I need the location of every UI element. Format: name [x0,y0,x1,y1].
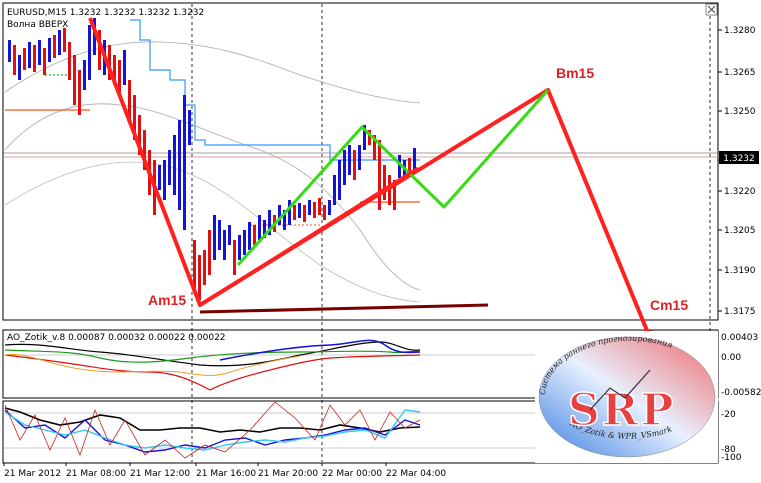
price-bar [248,222,251,250]
wpr-tick-20: -20 [721,410,736,420]
srp-logo: Система раннего прогнозирования AO_Zotik… [535,331,718,463]
price-bar [343,150,346,185]
price-tick-label: 1.3280 [724,26,756,36]
wave-label-cm: Cm15 [650,297,688,313]
price-bar [318,198,321,215]
price-bar [228,225,231,245]
current-price-label: 1.3232 [723,154,755,164]
price-bar [213,215,216,260]
price-bar [218,220,221,250]
price-bar [288,200,291,225]
time-axis: 21 Mar 2012 21 Mar 08:00 21 Mar 12:00 21 Ma… [3,463,446,479]
price-bar [33,45,36,72]
price-bar [313,202,316,218]
time-label: 21 Mar 12:00 [130,469,190,479]
wave-label-am: Am15 [148,292,186,308]
price-bar [28,42,31,68]
price-bar [323,205,326,220]
price-bar [348,145,351,175]
price-bar [383,165,386,200]
price-bar [258,215,261,240]
price-bar [18,55,21,80]
price-bar [168,150,171,185]
ao-indicator-title: AO_Zotik_v.8 0.00087 0.00032 0.00022 0.0… [7,333,226,343]
price-bar [53,35,56,58]
wpr-tick-100: -100 [721,453,742,463]
time-label: 22 Mar 00:00 [322,469,382,479]
price-bar [38,40,41,65]
price-bar [23,48,26,70]
price-bar [183,95,186,230]
time-label: 21 Mar 20:00 [258,469,318,479]
price-bar [298,203,301,218]
price-bar [208,230,211,275]
price-bar [163,160,166,200]
price-bar [308,200,311,215]
price-bar [303,205,306,222]
ao-tick-zero: 0.00 [721,353,741,363]
price-bar [123,50,126,85]
price-bar [203,250,206,285]
price-bar [328,200,331,215]
symbol-header: EURUSD,M15 1.3232 1.3232 1.3232 1.3232 [7,8,204,18]
price-bar [73,55,76,105]
price-bar [68,42,71,80]
price-bar [78,70,81,115]
price-bar [13,45,16,75]
price-bar [198,255,201,300]
price-bar [358,145,361,170]
price-tick-label: 1.3250 [724,107,756,117]
time-label: 21 Mar 16:00 [196,469,256,479]
price-axis: 1.3280 1.3265 1.3250 1.3220 1.3205 1.3190 1.31… [718,26,756,317]
ao-tick-bottom: -0.00582 [721,388,761,398]
price-bar [178,120,181,210]
wave-label-bm: Bm15 [556,65,594,81]
price-bar [8,40,11,62]
price-bar [188,110,191,145]
price-bar [63,28,66,52]
price-bar [338,160,341,200]
price-bar [43,48,46,75]
price-bar [58,30,61,55]
ao-tick-top: 0.00403 [721,333,758,343]
price-bar [253,225,256,245]
price-bar [83,60,86,90]
price-bar [158,165,161,190]
price-bar [413,148,416,170]
price-bar [333,175,336,205]
price-bar [88,25,91,80]
price-bar [223,230,226,260]
price-bar [378,140,381,210]
price-bar [173,135,176,195]
price-tick-label: 1.3205 [724,226,756,236]
price-tick-label: 1.3175 [724,307,756,317]
chart-canvas[interactable]: 1.3280 1.3265 1.3250 1.3220 1.3205 1.3190 1.31… [0,0,761,483]
wave-direction-label: Волна ВВЕРХ [7,20,68,30]
logo-letters: SRP [568,385,675,436]
price-bar [243,230,246,255]
price-bar [48,38,51,62]
price-tick-label: 1.3220 [724,187,756,197]
price-tick-label: 1.3265 [724,68,756,78]
price-bar [238,235,241,260]
price-bar [233,240,236,275]
time-label: 21 Mar 2012 [4,469,61,479]
chart-window[interactable]: 1.3280 1.3265 1.3250 1.3220 1.3205 1.3190 1.31… [0,0,761,483]
price-tick-label: 1.3190 [724,266,756,276]
time-label: 21 Mar 08:00 [66,469,126,479]
price-bar [353,150,356,180]
price-bar [293,205,296,220]
time-label: 22 Mar 04:00 [386,469,446,479]
